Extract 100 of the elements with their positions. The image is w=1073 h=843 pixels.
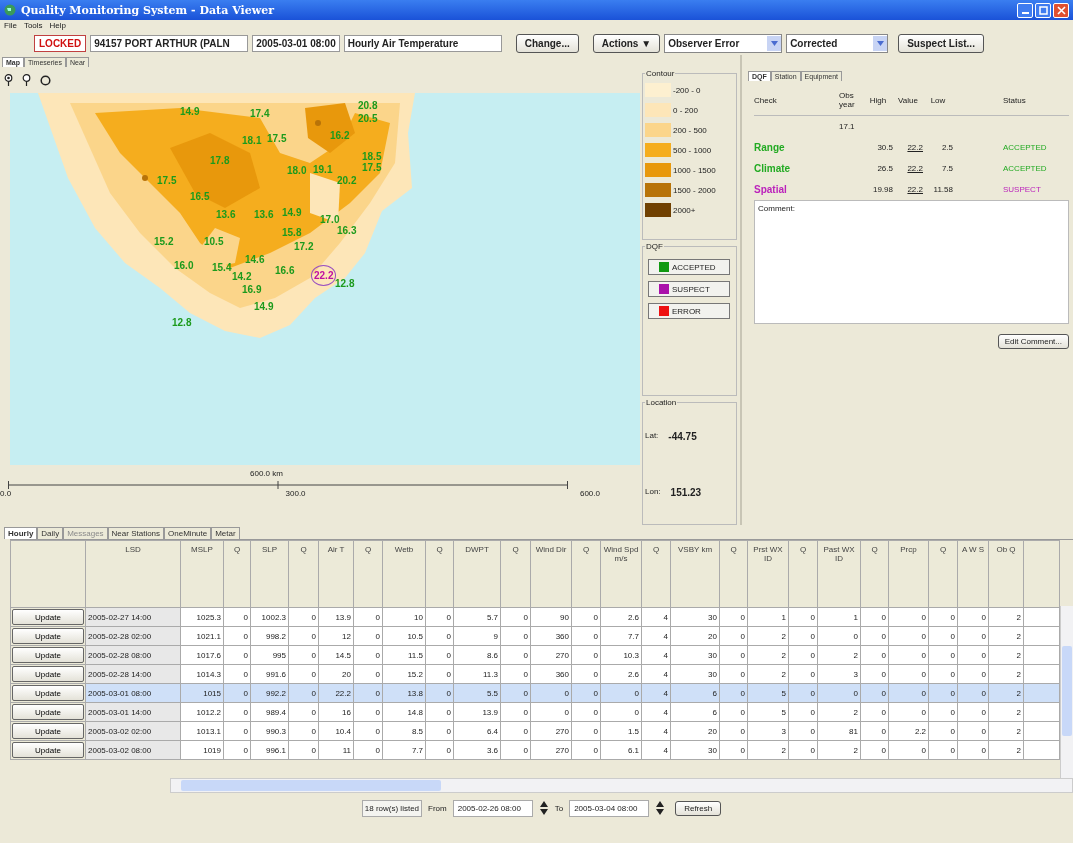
reason-dropdown[interactable]: Observer Error [664, 33, 783, 53]
column-header: Status [1003, 95, 1026, 105]
column-header: Past WX ID [817, 540, 861, 608]
actions-button[interactable]: Actions ▼ [592, 33, 661, 53]
table-cell-text: 11.58 [932, 185, 953, 194]
tab[interactable]: OneMinute [164, 527, 212, 539]
column-header: Check [754, 95, 778, 105]
column-header: Q [928, 540, 958, 608]
element-field: Hourly Air Temperature [343, 34, 502, 52]
tab[interactable]: Hourly [4, 527, 38, 539]
lon-value: 151.23 [670, 486, 702, 498]
station-value: 12.8 [335, 278, 355, 289]
station-value: 17.8 [210, 155, 230, 166]
refresh-button[interactable]: Refresh [675, 800, 722, 816]
menu-item[interactable]: File [4, 21, 17, 30]
maximize-button[interactable] [1035, 2, 1051, 18]
station-value: 15.2 [154, 236, 174, 247]
change-button[interactable]: Change... [515, 33, 579, 53]
status-text: SUSPECT [1003, 185, 1041, 194]
station-value: 16.9 [242, 284, 262, 295]
tab[interactable]: Near Stations [107, 527, 165, 539]
edit-comment-button[interactable]: Edit Comment... [997, 334, 1069, 349]
column-header: Wetb [382, 540, 426, 608]
suspect-list-button[interactable]: Suspect List... [898, 33, 984, 53]
update-button[interactable]: Update [12, 685, 84, 701]
station-value: 10.5 [204, 236, 224, 247]
horizontal-scrollbar[interactable] [170, 778, 1073, 793]
status-legend-button[interactable]: ERROR [648, 303, 730, 319]
station-value: 16.5 [190, 191, 210, 202]
tab[interactable]: Metar [211, 527, 240, 539]
close-icon [1056, 5, 1066, 15]
range-label: -200 - 0 [672, 85, 701, 95]
correction-dropdown[interactable]: Corrected [786, 33, 889, 53]
from-date-field[interactable]: 2005-02-26 08:00 [452, 799, 533, 817]
column-header: Q [500, 540, 531, 608]
range-label: 1000 - 1500 [672, 165, 716, 175]
column-header: Q [353, 540, 383, 608]
status-text: ACCEPTED [1003, 164, 1047, 173]
range-label: 2000+ [672, 205, 696, 215]
column-header: Wind Dir [530, 540, 572, 608]
column-header: Prst WX ID [747, 540, 789, 608]
range-label: 500 - 1000 [672, 145, 712, 155]
update-button[interactable]: Update [12, 723, 84, 739]
station-value: 19.1 [313, 164, 333, 175]
time-field: 2005-03-01 08:00 [252, 34, 340, 52]
circle-icon[interactable] [40, 74, 51, 86]
globe-icon [4, 4, 16, 16]
column-header: Wind Spd m/s [600, 540, 642, 608]
column-header: Q [860, 540, 889, 608]
station-value: 14.2 [232, 271, 252, 282]
vertical-scrollbar[interactable] [1060, 606, 1073, 778]
column-header: Low [929, 95, 947, 105]
station-value: 17.2 [294, 241, 314, 252]
comment-box[interactable]: Comment: [754, 200, 1069, 324]
column-header: MSLP [180, 540, 224, 608]
update-button[interactable]: Update [12, 628, 84, 644]
station-value: 16.0 [174, 260, 194, 271]
table-cell-text: 22.2 [906, 185, 923, 194]
tab[interactable]: Daily [37, 527, 64, 539]
lon-label: Lon: [645, 486, 661, 498]
update-button[interactable]: Update [12, 704, 84, 720]
column-header: Q [788, 540, 818, 608]
status-legend-button[interactable]: ACCEPTED [648, 259, 730, 275]
column-header: Air T [318, 540, 354, 608]
station-value: 13.6 [216, 209, 236, 220]
column-header: VSBY km [670, 540, 720, 608]
table-cell-text: 2.5 [940, 143, 953, 152]
station-value: 20.8 [358, 100, 378, 111]
update-button[interactable]: Update [12, 666, 84, 682]
column-header: Q [641, 540, 671, 608]
scale-label: 600.0 km [250, 469, 283, 478]
close-button[interactable] [1053, 2, 1069, 18]
column-header: High [868, 95, 888, 105]
status-legend-button[interactable]: SUSPECT [648, 281, 730, 297]
station-value: 20.5 [358, 113, 378, 124]
pin-icon[interactable] [4, 74, 13, 86]
station-value: 17.0 [320, 214, 340, 225]
range-label: 1500 - 2000 [672, 185, 716, 195]
table-cell-text: 7.5 [940, 164, 953, 173]
to-label: To [554, 803, 564, 813]
menu-item[interactable]: Help [49, 21, 67, 30]
column-header: Value [897, 95, 919, 105]
minimize-button[interactable] [1017, 2, 1033, 18]
menu-item[interactable]: Tools [23, 21, 43, 30]
station-value: 14.9 [282, 207, 302, 218]
update-button[interactable]: Update [12, 609, 84, 625]
caret-icon [876, 40, 884, 46]
spinner-icon[interactable] [655, 800, 666, 816]
station-value: 18.0 [287, 165, 307, 176]
station-value: 17.4 [250, 108, 270, 119]
spinner-icon[interactable] [538, 800, 549, 816]
column-header: Q [719, 540, 748, 608]
update-button[interactable]: Update [12, 742, 84, 758]
check-name: Range [754, 142, 785, 153]
update-button[interactable]: Update [12, 647, 84, 663]
station-value: 14.9 [180, 106, 200, 117]
table-cell-text: 22.2 [906, 143, 923, 152]
to-date-field[interactable]: 2005-03-04 08:00 [569, 799, 650, 817]
column-header: Q [223, 540, 251, 608]
pin-icon[interactable] [22, 74, 31, 86]
